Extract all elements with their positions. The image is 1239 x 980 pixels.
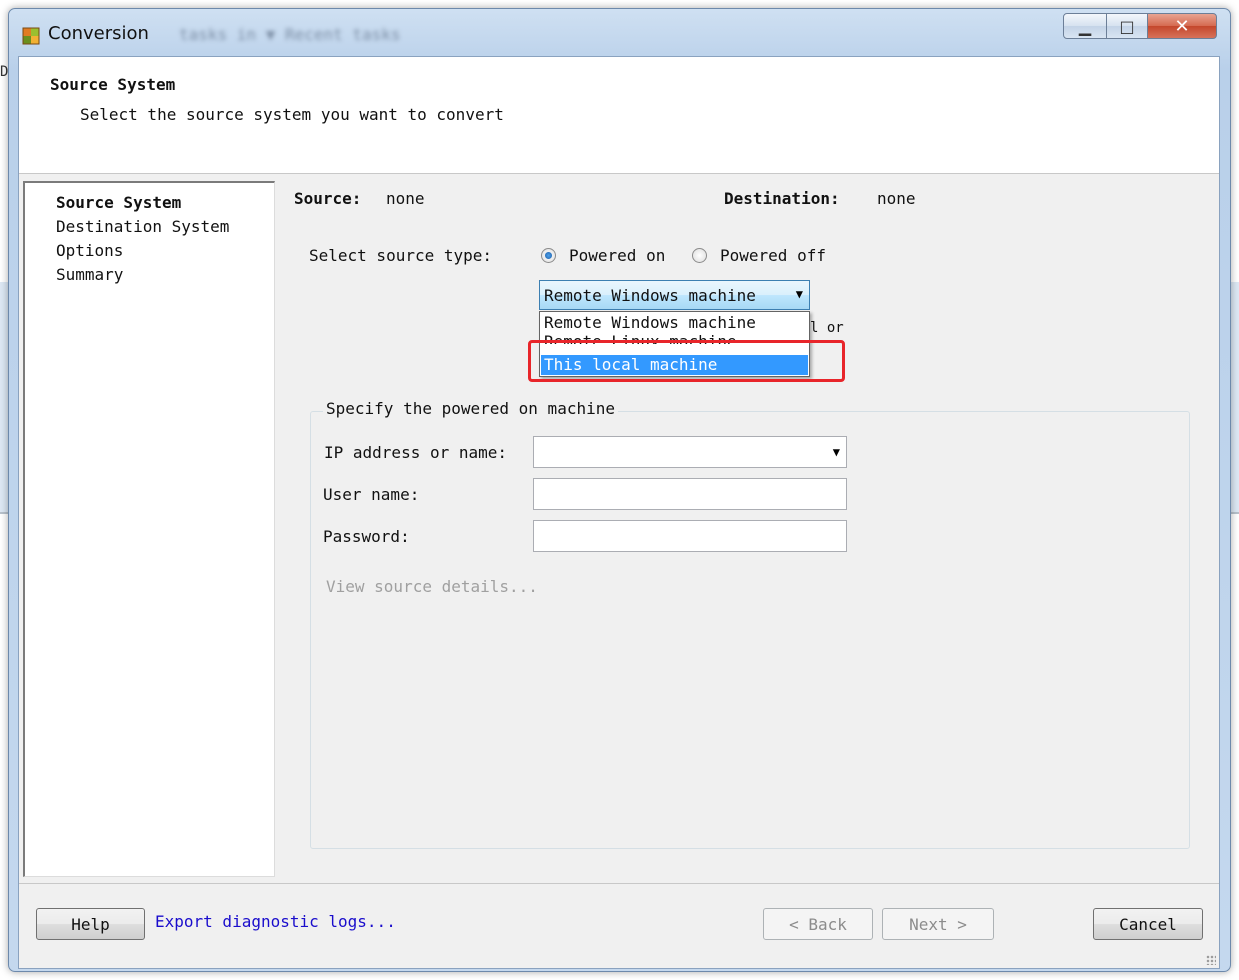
help-button[interactable]: Help (36, 908, 145, 940)
close-icon: ✕ (1174, 15, 1190, 37)
source-label: Source: (294, 189, 362, 208)
back-button[interactable]: < Back (763, 908, 873, 940)
minimize-button[interactable]: ▁ (1063, 13, 1107, 39)
powered-on-machine-group (310, 411, 1190, 849)
close-button[interactable]: ✕ (1147, 13, 1217, 39)
blurred-background-text: tasks in ▼ Recent tasks (179, 25, 401, 44)
nav-item-source-system[interactable]: Source System (56, 193, 181, 212)
nav-item-destination-system[interactable]: Destination System (56, 217, 229, 236)
destination-label: Destination: (724, 189, 840, 208)
maximize-icon: □ (1119, 16, 1135, 36)
app-icon (22, 27, 40, 45)
destination-value: none (877, 189, 916, 208)
machine-type-selected-value: Remote Windows machine (544, 286, 756, 305)
minimize-icon: ▁ (1078, 16, 1092, 36)
user-name-label: User name: (323, 485, 420, 504)
radio-powered-on[interactable] (541, 248, 556, 263)
radio-powered-off-label[interactable]: Powered off (720, 246, 826, 265)
cancel-button[interactable]: Cancel (1093, 908, 1203, 940)
nav-item-summary[interactable]: Summary (56, 265, 123, 284)
chevron-down-icon[interactable]: ▼ (796, 287, 803, 301)
source-type-label: Select source type: (309, 246, 493, 265)
user-name-field[interactable] (533, 478, 847, 510)
title-bar[interactable]: Conversion tasks in ▼ Recent tasks ▁ □ ✕ (9, 9, 1230, 59)
group-legend: Specify the powered on machine (323, 399, 618, 418)
obscured-hint-text: l or (810, 320, 844, 336)
ip-address-combo[interactable]: ▼ (533, 436, 847, 468)
password-field[interactable] (533, 520, 847, 552)
window-title: Conversion (48, 23, 149, 44)
wizard-header: Source System Select the source system y… (19, 57, 1219, 174)
page-title: Source System (50, 75, 176, 94)
radio-powered-off[interactable] (692, 248, 707, 263)
option-remote-linux[interactable]: Remote Linux machine (541, 332, 808, 344)
footer-divider (19, 883, 1219, 884)
machine-type-select[interactable]: Remote Windows machine ▼ (539, 280, 810, 310)
wizard-client-area: Source System Select the source system y… (18, 56, 1220, 969)
resize-grip-icon[interactable] (1206, 955, 1216, 965)
next-button[interactable]: Next > (882, 908, 994, 940)
option-this-local-machine[interactable]: This local machine (541, 355, 808, 375)
nav-item-options[interactable]: Options (56, 241, 123, 260)
radio-powered-on-label[interactable]: Powered on (569, 246, 665, 265)
option-remote-windows[interactable]: Remote Windows machine (541, 313, 808, 333)
wizard-step-nav: Source System Destination System Options… (23, 181, 275, 877)
page-subtitle: Select the source system you want to con… (80, 105, 504, 124)
maximize-button[interactable]: □ (1106, 13, 1148, 39)
password-label: Password: (323, 527, 410, 546)
machine-type-dropdown-list: Remote Windows machine Remote Linux mach… (539, 311, 810, 377)
source-value: none (386, 189, 425, 208)
export-diagnostic-logs-link[interactable]: Export diagnostic logs... (155, 912, 396, 931)
ip-address-label: IP address or name: (324, 443, 508, 462)
view-source-details-link: View source details... (326, 577, 538, 596)
chevron-down-icon[interactable]: ▼ (833, 445, 840, 459)
